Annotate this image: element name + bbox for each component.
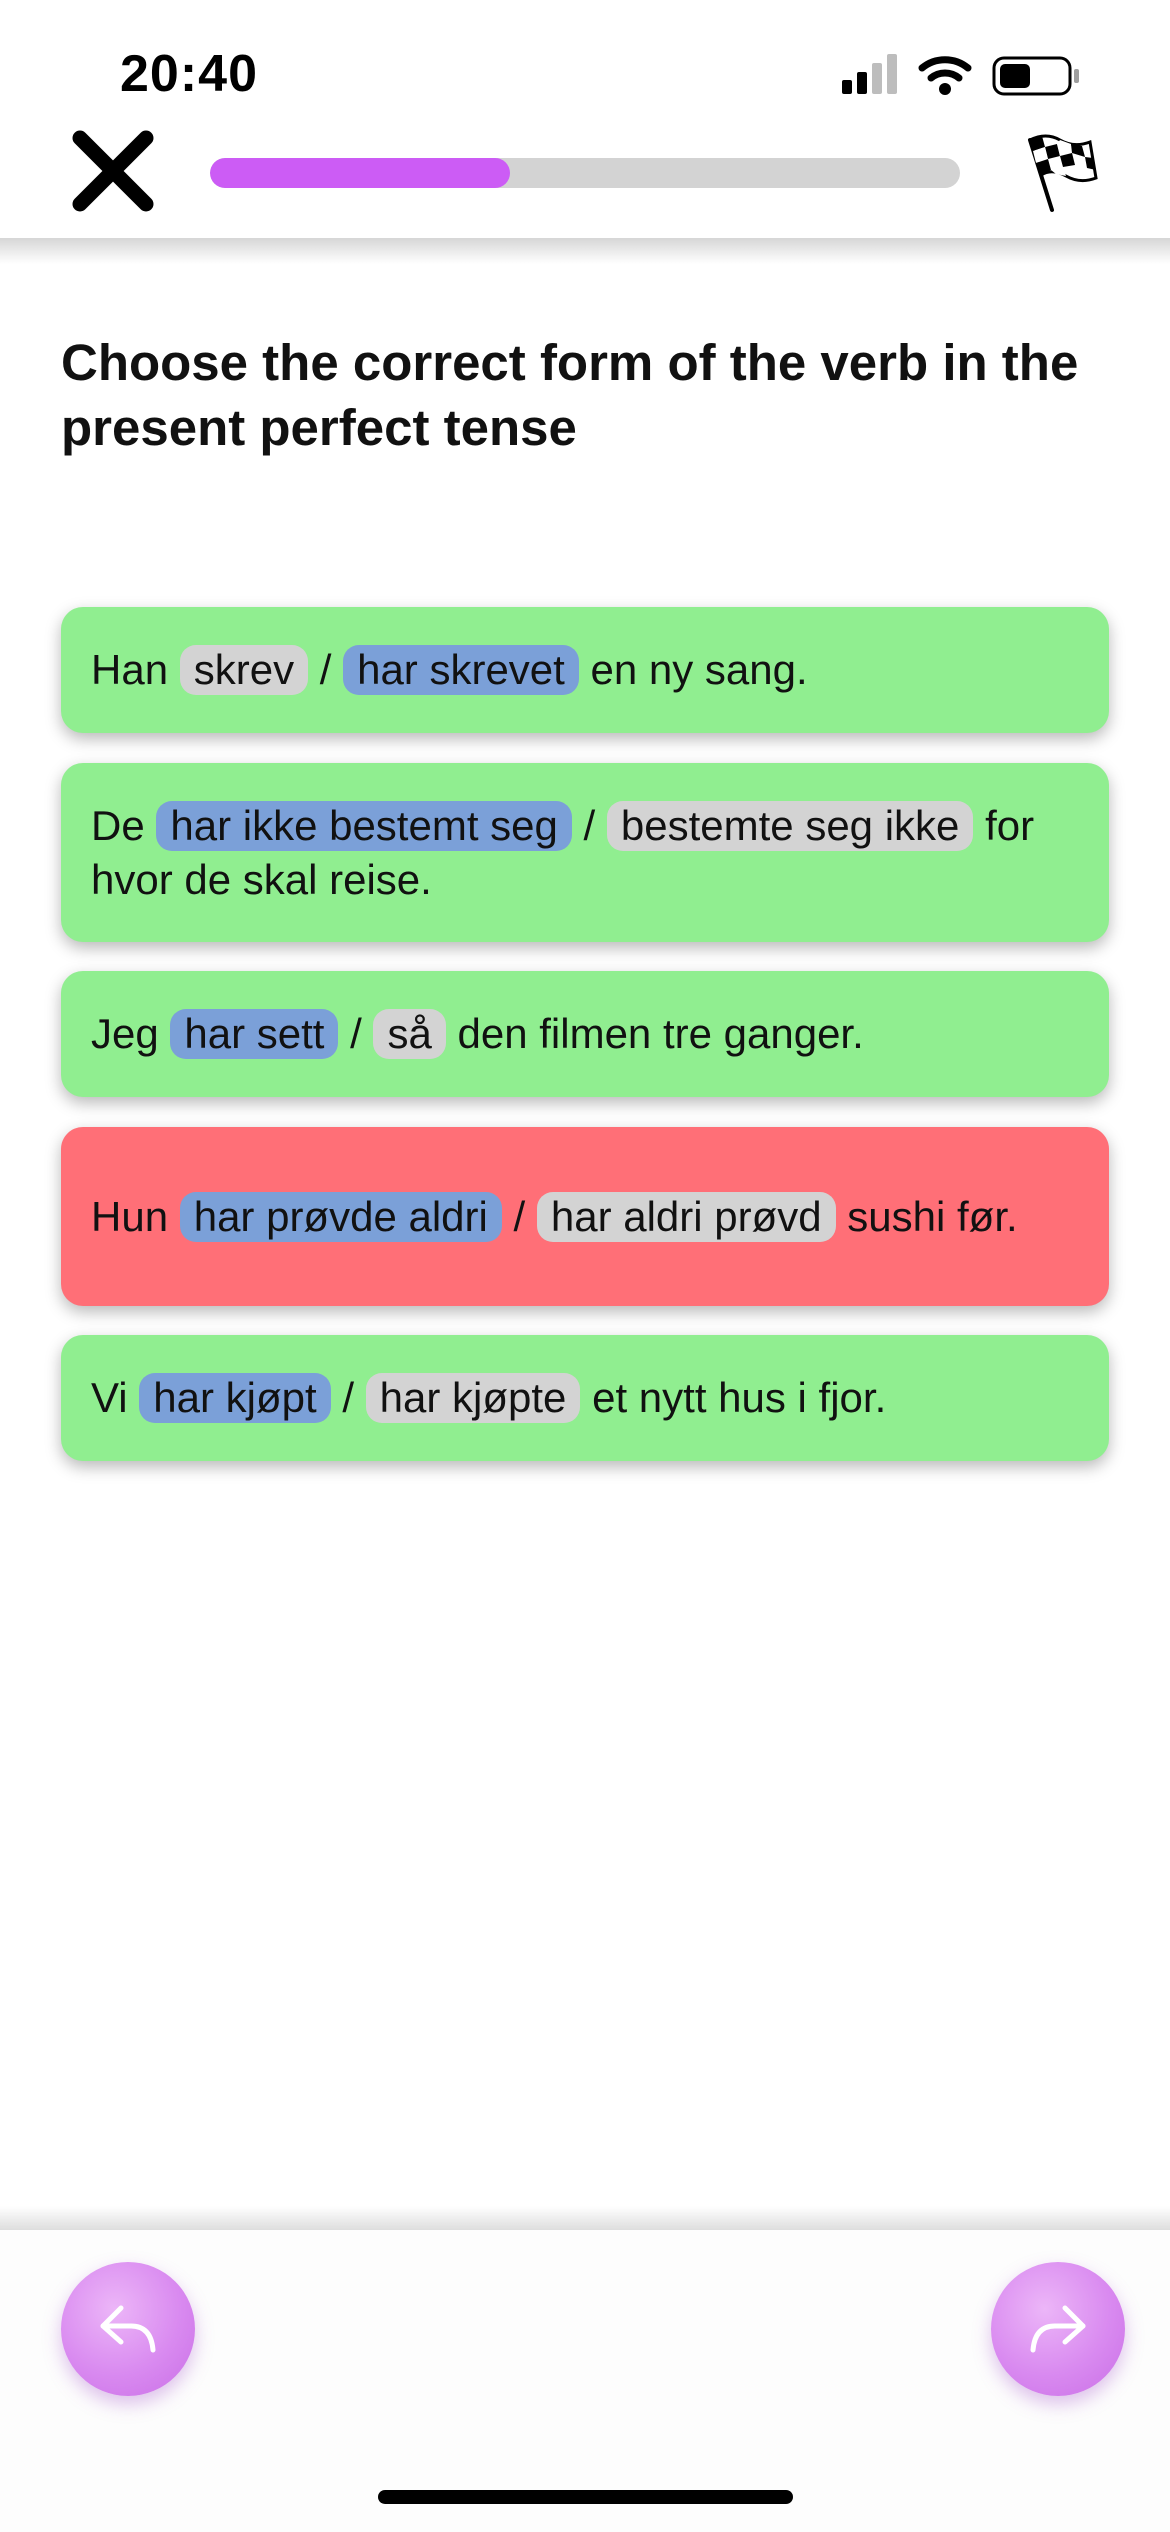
option-a-chip[interactable]: har ikke bestemt seg (156, 800, 572, 851)
status-icons (842, 50, 1092, 100)
forward-button[interactable] (991, 2262, 1125, 2396)
back-button[interactable] (61, 2262, 195, 2396)
exercise-item: Hun har prøvde aldri / har aldri prøvd s… (61, 1127, 1109, 1306)
undo-arrow-icon (100, 2305, 156, 2353)
option-a-chip[interactable]: har kjøpt (139, 1373, 331, 1423)
status-icons-svg (842, 54, 1079, 96)
option-separator: / (571, 801, 607, 849)
sentence-prefix: De (91, 801, 157, 849)
exercise-sentence: Jeg har sett / så den filmen tre ganger. (91, 1007, 864, 1061)
exercise-screen: 20:40 Choose the correct form of the ver… (0, 0, 1170, 2532)
sentence-suffix: et nytt hus i fjor. (580, 1374, 887, 1421)
wifi-icon (918, 56, 972, 95)
bottom-bar-shadow (0, 2206, 1170, 2232)
exercise-sentence: De har ikke bestemt seg / bestemte seg i… (91, 799, 1079, 907)
battery-icon (992, 56, 1079, 96)
exercise-sentence: Hun har prøvde aldri / har aldri prøvd s… (91, 1190, 1018, 1244)
sentence-prefix: Jeg (91, 1010, 171, 1057)
status-bar: 20:40 (0, 0, 1170, 125)
checkered-flag-icon[interactable] (1016, 130, 1100, 214)
sentence-suffix: den filmen tre ganger. (445, 1010, 864, 1057)
exercise-sentence: Vi har kjøpt / har kjøpte et nytt hus i … (91, 1371, 886, 1425)
sentence-suffix: sushi før. (835, 1192, 1018, 1240)
option-a-chip[interactable]: har prøvde aldri (179, 1191, 502, 1242)
exercise-sentence: Han skrev / har skrevet en ny sang. (91, 643, 808, 697)
bottom-bar (0, 2230, 1170, 2532)
option-b-chip[interactable]: har skrevet (343, 645, 579, 695)
cellular-signal-icon (842, 54, 897, 94)
option-a-chip[interactable]: skrev (179, 645, 309, 695)
question-title: Choose the correct form of the verb in t… (61, 334, 1079, 456)
status-time: 20:40 (120, 45, 258, 103)
redo-arrow-icon (1030, 2305, 1086, 2353)
exercise-item: Han skrev / har skrevet en ny sang. (61, 607, 1109, 733)
sentence-suffix: en ny sang. (578, 646, 808, 693)
progress-bar (210, 158, 960, 188)
close-icon (72, 130, 154, 212)
top-bar-shadow (0, 238, 1170, 264)
exercise-item: Jeg har sett / så den filmen tre ganger. (61, 971, 1109, 1097)
exercise-item: Vi har kjøpt / har kjøpte et nytt hus i … (61, 1335, 1109, 1461)
sentence-prefix: Vi (91, 1374, 140, 1421)
option-separator: / (330, 1374, 366, 1421)
option-separator: / (501, 1192, 537, 1240)
option-b-chip[interactable]: bestemte seg ikke (606, 800, 974, 851)
exercise-item: De har ikke bestemt seg / bestemte seg i… (61, 763, 1109, 942)
progress-fill (210, 158, 510, 188)
option-b-chip[interactable]: har aldri prøvd (536, 1191, 836, 1242)
option-b-chip[interactable]: så (373, 1009, 446, 1059)
sentence-prefix: Han (91, 646, 180, 693)
option-b-chip[interactable]: har kjøpte (365, 1373, 581, 1423)
option-separator: / (308, 646, 344, 693)
home-indicator (378, 2490, 793, 2504)
option-separator: / (338, 1010, 374, 1057)
sentence-prefix: Hun (91, 1192, 180, 1240)
checkered-flag-svg (1028, 134, 1098, 212)
option-a-chip[interactable]: har sett (170, 1009, 339, 1059)
close-button[interactable] (70, 128, 156, 214)
